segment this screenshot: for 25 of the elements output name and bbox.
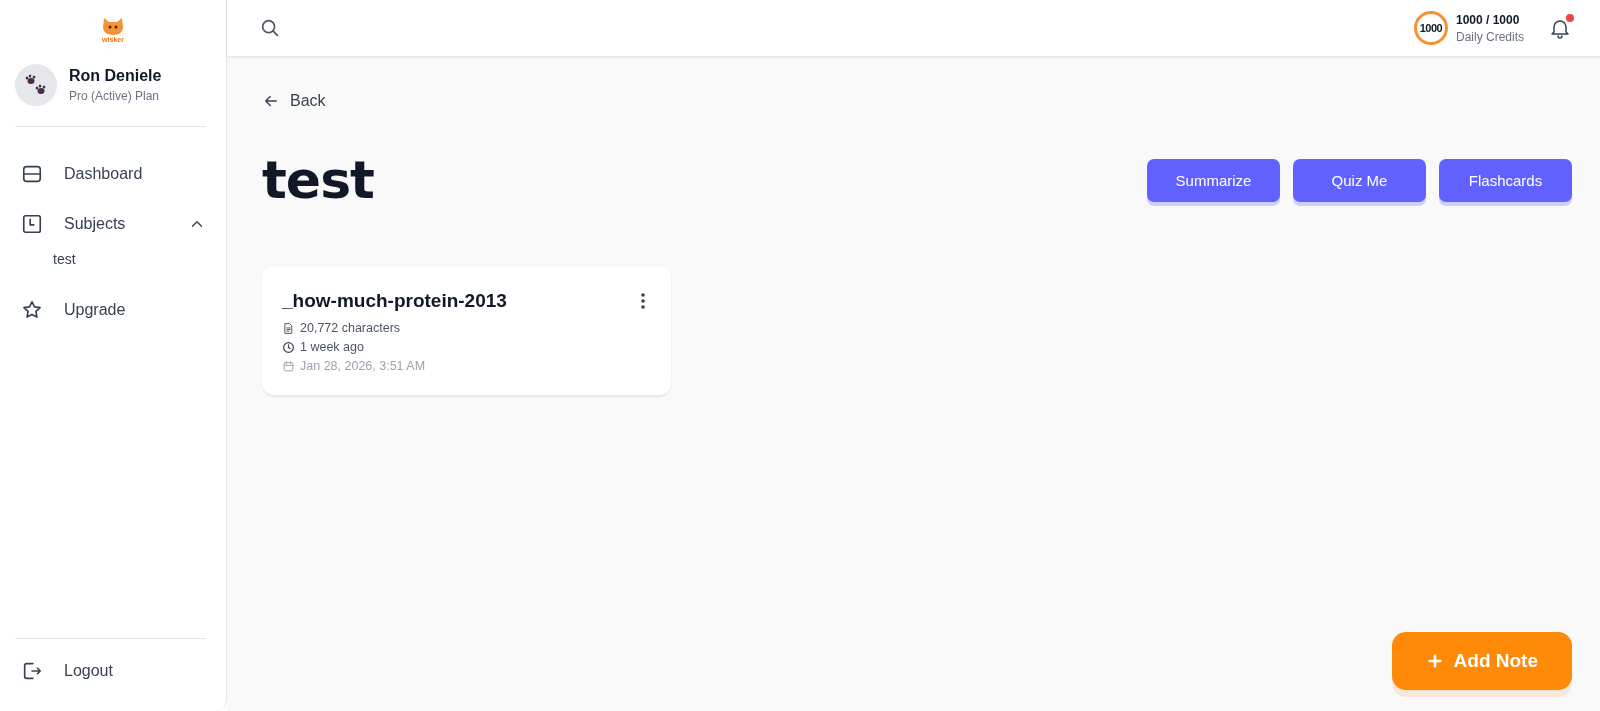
back-button[interactable]: Back (262, 92, 326, 110)
note-card[interactable]: _how-much-protein-2013 20,772 characters 1 week ago Jan 28, 2026, 3:51 AM (262, 266, 671, 395)
note-age: 1 week ago (300, 340, 364, 354)
note-date: Jan 28, 2026, 3:51 AM (300, 359, 426, 373)
note-title: _how-much-protein-2013 (282, 290, 508, 312)
credits-badge: 1000 (1414, 11, 1448, 45)
document-icon (282, 321, 295, 335)
star-icon (21, 299, 43, 321)
credits-label: Daily Credits (1456, 29, 1524, 44)
nav-item[interactable]: Upgrade (0, 285, 226, 335)
nav-item[interactable]: Dashboard (0, 149, 226, 199)
page-title: test (262, 150, 375, 210)
note-characters: 20,772 characters (300, 321, 401, 335)
more-button[interactable] (641, 293, 645, 309)
credits-count: 1000 / 1000 (1456, 11, 1521, 28)
dashboard-icon (21, 163, 43, 185)
search-icon (259, 17, 281, 39)
calendar-icon (282, 359, 295, 373)
notification-button[interactable] (1548, 16, 1572, 40)
user-plan: Pro (Active) Plan (69, 89, 161, 103)
logout-item[interactable]: Logout (21, 657, 206, 685)
more-icon (641, 293, 645, 309)
user-name: Ron Deniele (69, 67, 162, 85)
cat-logo-icon (102, 16, 124, 36)
logout-icon (21, 660, 43, 682)
